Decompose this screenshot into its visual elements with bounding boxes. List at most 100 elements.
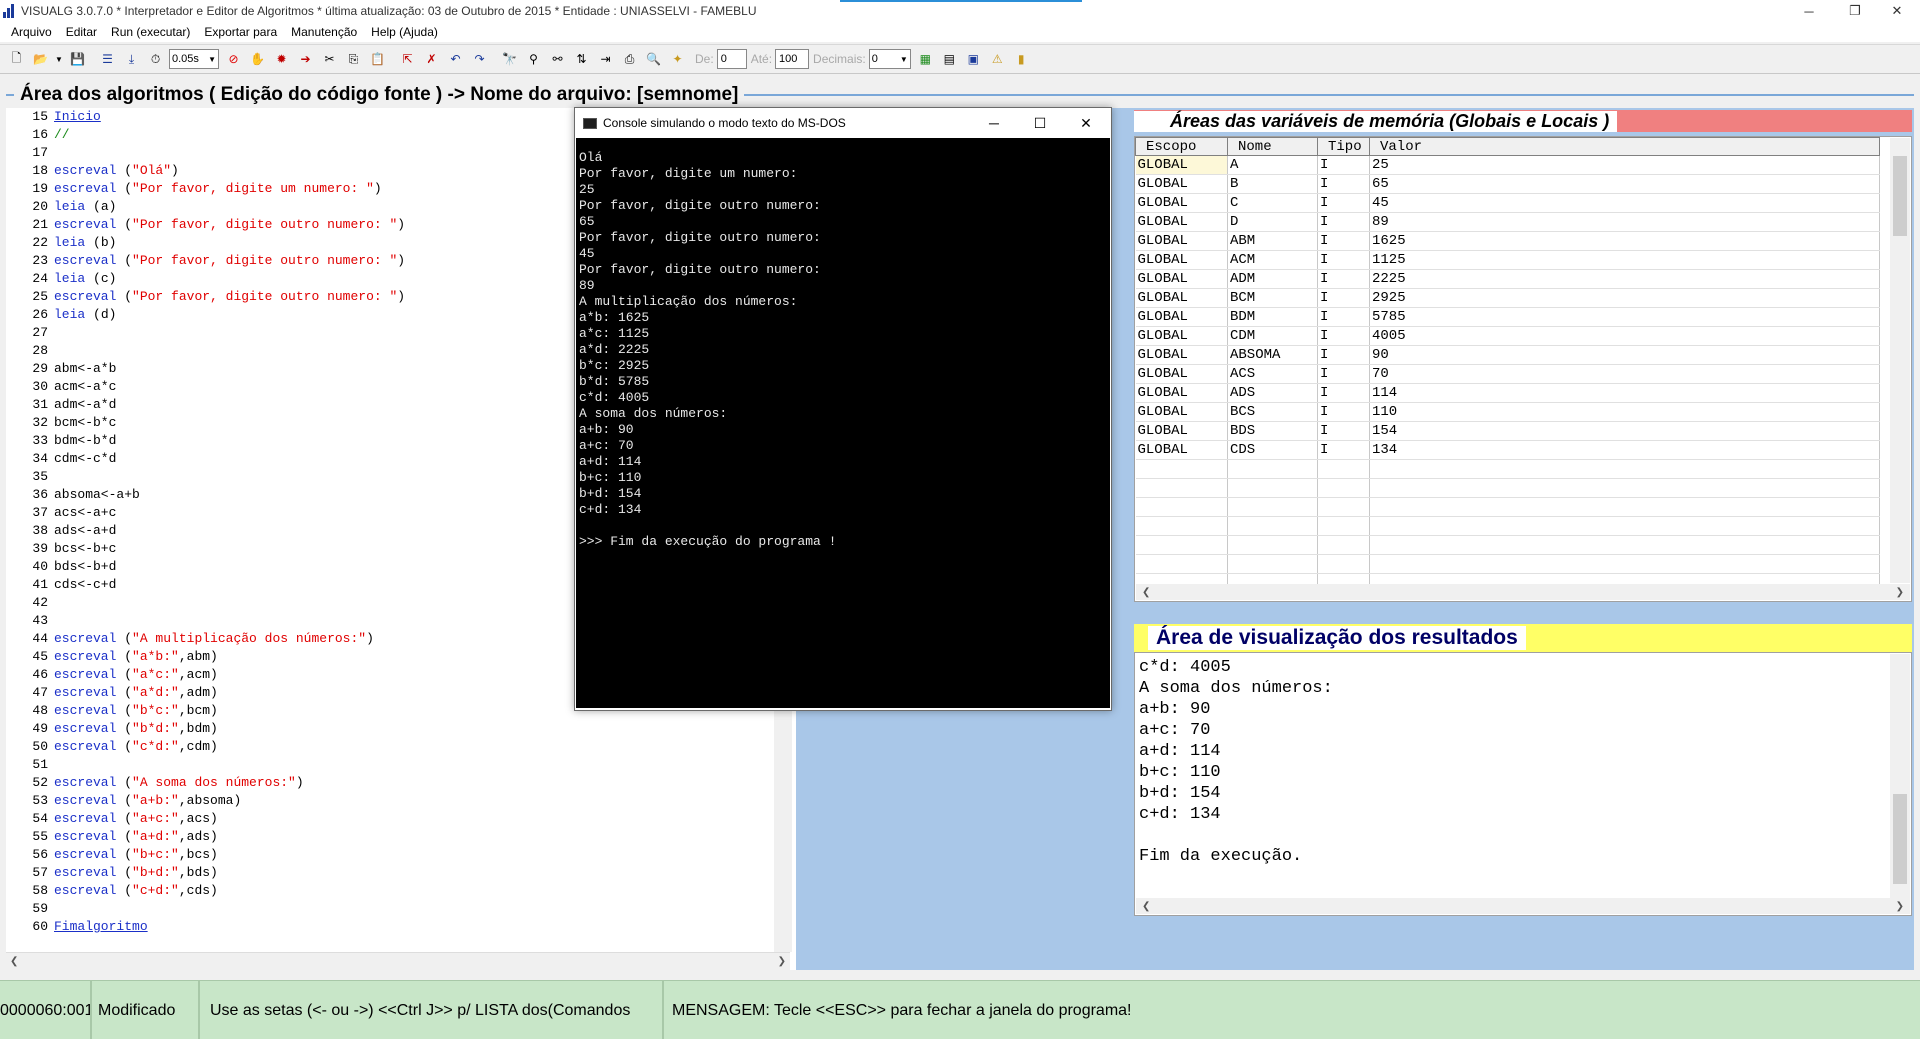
results-horizontal-scrollbar[interactable]: ❮ ❯ [1136,898,1910,914]
code-line[interactable]: 60 Fimalgoritmo [6,918,796,936]
undo-icon[interactable]: ↶ [445,48,466,70]
chart-icon[interactable]: ▦ [914,48,936,70]
menu-manutencao[interactable]: Manutenção [284,25,364,39]
menu-arquivo[interactable]: Arquivo [4,25,59,39]
code-line[interactable]: 59 [6,900,796,918]
list-icon[interactable]: ☰ [97,48,118,70]
de-input[interactable]: 0 [716,49,747,69]
table-row[interactable]: GLOBAL C I 45 [1135,193,1880,213]
table-row[interactable] [1135,535,1880,555]
results-vertical-scrollbar[interactable] [1890,654,1910,898]
scroll-right-icon[interactable]: ❯ [778,956,786,967]
console-maximize-button[interactable]: ☐ [1017,108,1063,138]
table-row[interactable]: GLOBAL A I 25 [1135,155,1880,175]
save-icon[interactable]: 💾 [67,48,88,70]
vars-horizontal-scrollbar[interactable]: ❮ ❯ [1136,584,1910,600]
table-row[interactable]: GLOBAL BCM I 2925 [1135,288,1880,308]
scroll-left-icon[interactable]: ❮ [1142,587,1150,598]
exit-icon[interactable]: ▮ [1010,48,1032,70]
code-horizontal-scrollbar[interactable]: ❮ ❯ [6,952,790,970]
print-icon[interactable]: ⎙ [619,48,640,70]
table-row[interactable]: GLOBAL ACM I 1125 [1135,250,1880,270]
table-row[interactable]: GLOBAL BDS I 154 [1135,421,1880,441]
code-line[interactable]: 49 escreval ("b*d:",bdm) [6,720,796,738]
scroll-left-icon[interactable]: ❮ [1142,901,1150,912]
scroll-left-icon[interactable]: ❮ [10,956,18,967]
ate-input[interactable]: 100 [775,49,810,69]
table-row[interactable]: GLOBAL CDM I 4005 [1135,326,1880,346]
code-line[interactable]: 50 escreval ("c*d:",cdm) [6,738,796,756]
calculator-icon[interactable]: ▤ [938,48,960,70]
breakpoint-icon[interactable]: ✹ [271,48,292,70]
stop-icon[interactable]: ⊘ [223,48,244,70]
hand-icon[interactable]: ✋ [247,48,268,70]
table-row[interactable]: GLOBAL ACS I 70 [1135,364,1880,384]
run-arrow-icon[interactable]: ➔ [295,48,316,70]
table-row[interactable]: GLOBAL D I 89 [1135,212,1880,232]
find-next-icon[interactable]: ⚲ [523,48,544,70]
menu-run[interactable]: Run (executar) [104,25,197,39]
code-line[interactable]: 53 escreval ("a+b:",absoma) [6,792,796,810]
table-row[interactable] [1135,478,1880,498]
indent-icon[interactable]: ⇥ [595,48,616,70]
sort-icon[interactable]: ⇅ [571,48,592,70]
col-nome[interactable]: Nome [1227,137,1318,156]
code-line[interactable]: 57 escreval ("b+d:",bds) [6,864,796,882]
warning-icon[interactable]: ⚠ [986,48,1008,70]
zoom-icon[interactable]: 🔍 [643,48,664,70]
table-row[interactable] [1135,459,1880,479]
console-minimize-button[interactable]: ─ [971,108,1017,138]
new-file-icon[interactable]: 🗋 [6,48,27,70]
open-folder-icon[interactable]: 📂 [30,48,51,70]
code-line[interactable]: 55 escreval ("a+d:",ads) [6,828,796,846]
console-window[interactable]: Console simulando o modo texto do MS-DOS… [574,107,1112,711]
scroll-right-icon[interactable]: ❯ [1896,901,1904,912]
export-icon[interactable]: ⇱ [397,48,418,70]
calendar-icon[interactable]: ▣ [962,48,984,70]
code-line[interactable]: 56 escreval ("b+c:",bcs) [6,846,796,864]
menu-help[interactable]: Help (Ajuda) [364,25,445,39]
close-button[interactable]: ✕ [1874,0,1920,22]
timer-icon[interactable]: ⏱ [145,48,166,70]
replace-icon[interactable]: ⚯ [547,48,568,70]
table-row[interactable]: GLOBAL ABM I 1625 [1135,231,1880,251]
speed-select[interactable]: 0.05s ▼ [169,49,219,69]
restore-button[interactable]: ❐ [1832,0,1878,22]
menu-exportar[interactable]: Exportar para [197,25,284,39]
code-line[interactable]: 58 escreval ("c+d:",cds) [6,882,796,900]
col-tipo[interactable]: Tipo [1317,137,1370,156]
table-row[interactable] [1135,516,1880,536]
vars-vertical-scrollbar[interactable] [1890,138,1910,583]
magic-wand-icon[interactable]: ✦ [667,48,688,70]
col-valor[interactable]: Valor [1369,137,1880,156]
table-row[interactable]: GLOBAL B I 65 [1135,174,1880,194]
col-escopo[interactable]: Escopo [1135,137,1228,156]
code-line[interactable]: 54 escreval ("a+c:",acs) [6,810,796,828]
minimize-button[interactable]: ─ [1786,0,1832,22]
dropdown-arrow-icon[interactable]: ▼ [54,48,64,70]
table-row[interactable]: GLOBAL BDM I 5785 [1135,307,1880,327]
code-line[interactable]: 52 escreval ("A soma dos números:") [6,774,796,792]
console-close-button[interactable]: ✕ [1063,108,1109,138]
paste-icon[interactable]: 📋 [367,48,388,70]
menu-editar[interactable]: Editar [59,25,104,39]
cut-icon[interactable]: ✂ [319,48,340,70]
copy-icon[interactable]: ⎘ [343,48,364,70]
decimais-select[interactable]: 0 ▼ [868,49,911,69]
console-title-bar[interactable]: Console simulando o modo texto do MS-DOS… [575,108,1111,138]
delete-icon[interactable]: ✗ [421,48,442,70]
table-row[interactable]: GLOBAL ADM I 2225 [1135,269,1880,289]
results-output[interactable]: c*d: 4005 A soma dos números: a+b: 90 a+c: … [1134,652,1912,916]
scroll-right-icon[interactable]: ❯ [1896,587,1904,598]
table-row[interactable]: GLOBAL CDS I 134 [1135,440,1880,460]
find-icon[interactable]: 🔭 [499,48,520,70]
table-row[interactable]: GLOBAL BCS I 110 [1135,402,1880,422]
run-step-icon[interactable]: ⤓ [121,48,142,70]
table-row[interactable] [1135,497,1880,517]
code-line[interactable]: 51 [6,756,796,774]
vars-table[interactable]: Escopo Nome Tipo Valor GLOBAL A I 25 GLOBAL B… [1134,136,1912,602]
table-row[interactable] [1135,554,1880,574]
redo-icon[interactable]: ↷ [469,48,490,70]
table-row[interactable]: GLOBAL ADS I 114 [1135,383,1880,403]
table-row[interactable]: GLOBAL ABSOMA I 90 [1135,345,1880,365]
